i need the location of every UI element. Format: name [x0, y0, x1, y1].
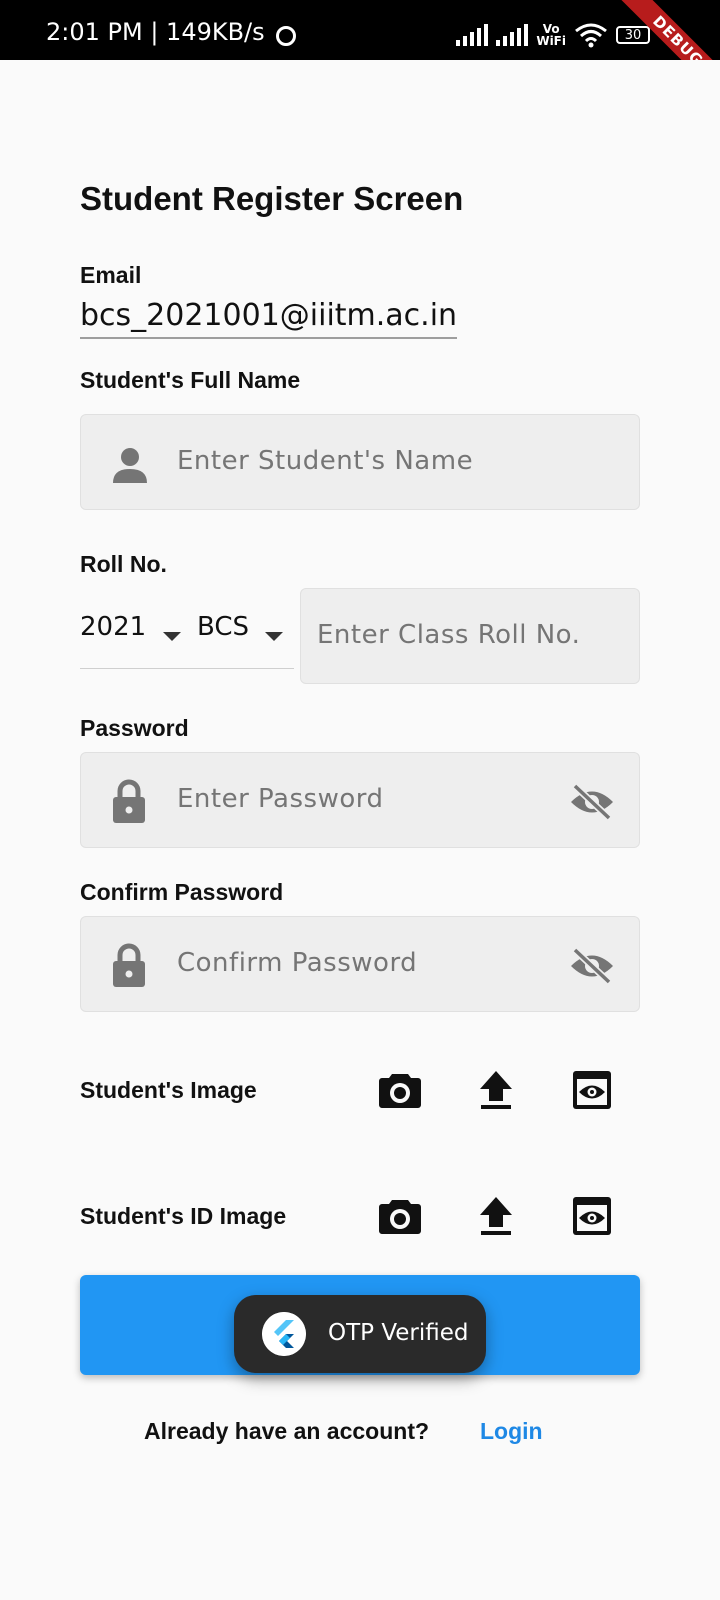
status-icons: Vo WiFi 30	[456, 22, 650, 48]
flutter-logo-icon	[262, 1312, 306, 1356]
upload-icon[interactable]	[474, 1194, 518, 1238]
status-time: 2:01 PM | 149KB/s	[46, 18, 265, 46]
confirm-password-placeholder: Confirm Password	[177, 948, 418, 978]
email-value: bcs_2021001@iiitm.ac.in	[80, 298, 458, 339]
preview-icon[interactable]	[570, 1068, 614, 1112]
password-label: Password	[80, 715, 189, 741]
roll-number-field[interactable]: Enter Class Roll No.	[300, 588, 640, 684]
confirm-password-field[interactable]: Confirm Password	[80, 916, 640, 1012]
status-bar: 2:01 PM | 149KB/s Vo WiFi 30 DEBUG	[0, 0, 720, 60]
roll-dropdown-underline	[80, 668, 294, 669]
alarm-icon	[276, 26, 296, 46]
password-field[interactable]: Enter Password	[80, 752, 640, 848]
id-image-label: Student's ID Image	[80, 1203, 287, 1229]
visibility-off-icon[interactable]	[569, 783, 615, 821]
email-label: Email	[80, 262, 142, 288]
vowifi-indicator: Vo WiFi	[536, 23, 566, 47]
upload-icon[interactable]	[474, 1068, 518, 1112]
account-question: Already have an account?	[144, 1418, 430, 1444]
login-link[interactable]: Login	[480, 1418, 543, 1445]
wifi-icon	[575, 23, 607, 48]
roll-label: Roll No.	[80, 551, 167, 577]
camera-icon[interactable]	[378, 1068, 422, 1112]
lock-icon	[113, 779, 145, 823]
full-name-placeholder: Enter Student's Name	[177, 446, 474, 476]
page-title: Student Register Screen	[80, 180, 464, 217]
signal-icon	[456, 24, 489, 46]
confirm-password-label: Confirm Password	[80, 879, 284, 905]
student-image-label: Student's Image	[80, 1077, 257, 1103]
full-name-field[interactable]: Enter Student's Name	[80, 414, 640, 510]
password-placeholder: Enter Password	[177, 784, 384, 814]
lock-icon	[113, 943, 145, 987]
toast: OTP Verified	[234, 1295, 486, 1373]
person-icon	[113, 448, 147, 483]
toast-message: OTP Verified	[328, 1320, 469, 1346]
vowifi-bottom: WiFi	[536, 34, 566, 48]
battery-icon: 30	[616, 26, 650, 44]
camera-icon[interactable]	[378, 1194, 422, 1238]
chevron-down-icon[interactable]	[163, 632, 181, 641]
full-name-label: Student's Full Name	[80, 367, 301, 393]
chevron-down-icon[interactable]	[265, 632, 283, 641]
roll-number-placeholder: Enter Class Roll No.	[317, 620, 581, 650]
visibility-off-icon[interactable]	[569, 947, 615, 985]
year-dropdown[interactable]: 2021	[80, 612, 146, 642]
preview-icon[interactable]	[570, 1194, 614, 1238]
signal-icon	[496, 24, 529, 46]
branch-dropdown[interactable]: BCS	[197, 612, 249, 642]
